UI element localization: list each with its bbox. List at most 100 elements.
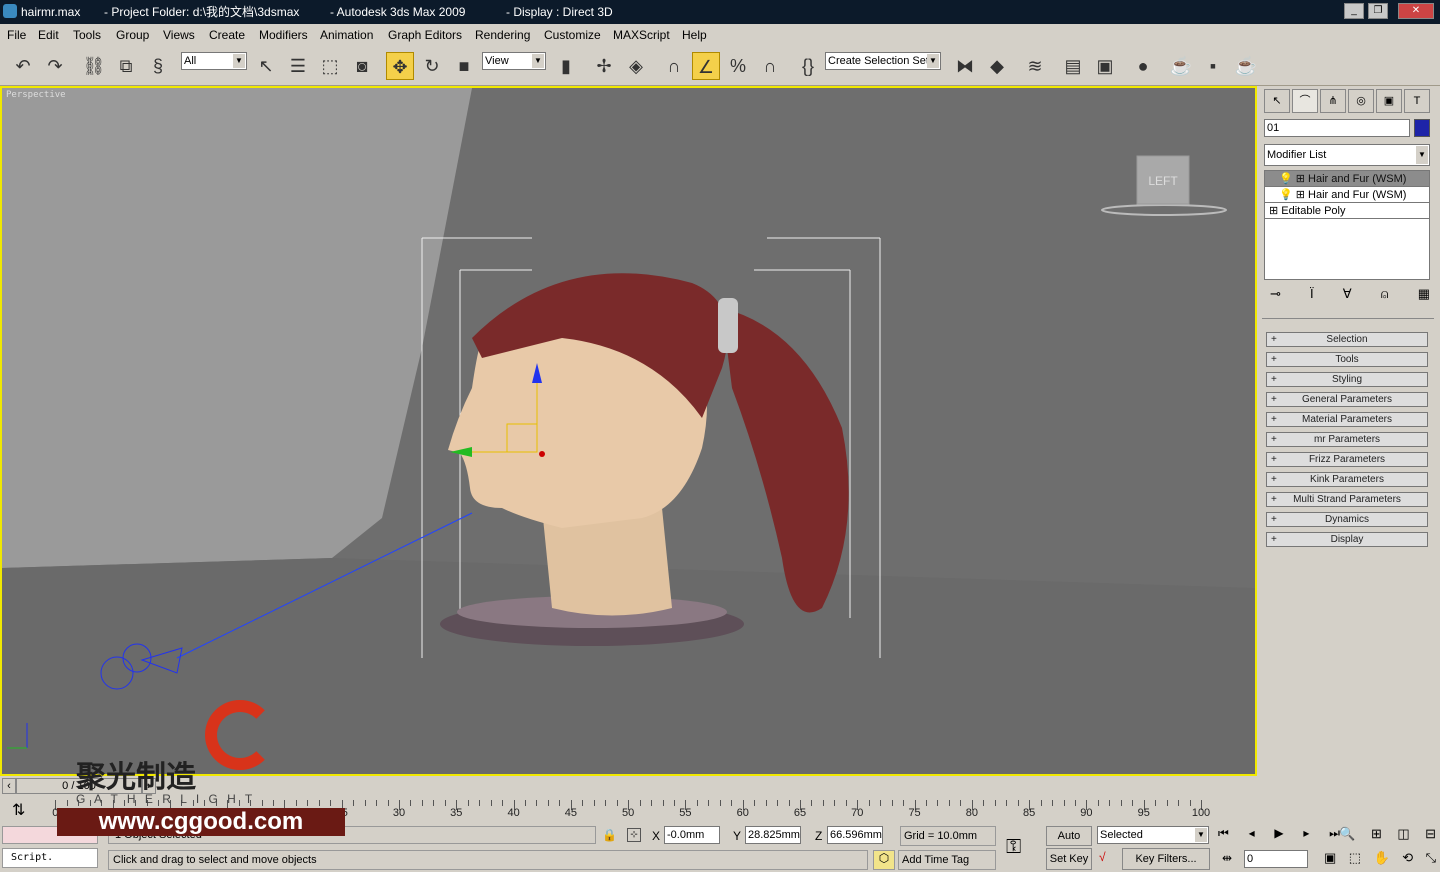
auto-key-button[interactable]: Auto Key	[1046, 826, 1092, 860]
object-name-field[interactable]: 01	[1264, 119, 1410, 137]
unlink-icon[interactable]: ⧉	[112, 52, 140, 80]
perspective-viewport[interactable]: LEFT Perspective	[0, 86, 1257, 776]
manipulate-icon[interactable]: ✢	[590, 52, 618, 80]
make-unique-icon[interactable]: ∀	[1343, 286, 1352, 306]
curve-editor-icon[interactable]: ▤	[1059, 52, 1087, 80]
stack-item[interactable]: ⊞ Editable Poly	[1265, 203, 1429, 219]
rectangle-selection-icon[interactable]: ⬚	[316, 52, 344, 80]
menu-maxscript[interactable]: MAXScript	[613, 24, 670, 46]
play-icon[interactable]: ▶	[1274, 826, 1283, 841]
material-editor-icon[interactable]: ●	[1129, 52, 1157, 80]
menu-tools[interactable]: Tools	[73, 24, 101, 46]
modify-tab-icon[interactable]: ⌒	[1292, 89, 1318, 113]
named-selection-dropdown[interactable]: Create Selection Set ▼	[825, 52, 941, 70]
absolute-mode-icon[interactable]: ⊹	[627, 828, 641, 842]
selection-filter-dropdown[interactable]: All ▼	[181, 52, 247, 70]
menu-customize[interactable]: Customize	[544, 24, 601, 46]
rollout-multi-strand-parameters[interactable]: + Multi Strand Parameters	[1266, 492, 1428, 507]
rollout-styling[interactable]: + Styling	[1266, 372, 1428, 387]
menu-views[interactable]: Views	[163, 24, 195, 46]
time-tag-icon[interactable]: ⬡	[873, 850, 895, 870]
zoom-extents-all-icon[interactable]: ⊟	[1425, 826, 1436, 842]
percent-snap-icon[interactable]: %	[724, 52, 752, 80]
menu-help[interactable]: Help	[682, 24, 707, 46]
undo-icon[interactable]: ↶	[9, 52, 37, 80]
key-mode-dropdown[interactable]: Selected ▼	[1097, 826, 1209, 844]
keyboard-shortcut-icon[interactable]: ◈	[622, 52, 650, 80]
menu-graph-editors[interactable]: Graph Editors	[388, 24, 462, 46]
rotate-icon[interactable]: ↻	[418, 52, 446, 80]
orbit-icon[interactable]: ⟲	[1402, 850, 1413, 866]
configure-modifier-sets-icon[interactable]: ▦	[1418, 286, 1430, 306]
script-field[interactable]: Script.	[2, 848, 98, 868]
window-crossing-icon[interactable]: ◙	[348, 52, 376, 80]
zoom-extents-icon[interactable]: ◫	[1397, 826, 1409, 842]
z-coordinate-field[interactable]: 66.596mm	[827, 826, 883, 844]
menu-animation[interactable]: Animation	[320, 24, 373, 46]
pan-icon[interactable]: ✋	[1374, 850, 1390, 866]
move-icon[interactable]: ✥	[386, 52, 414, 80]
add-time-tag-button[interactable]: Add Time Tag	[898, 850, 996, 870]
utilities-tab-icon[interactable]: T	[1404, 89, 1430, 113]
viewcube[interactable]: LEFT	[1101, 155, 1227, 216]
maximize-viewport-icon[interactable]: ⤡	[1426, 850, 1436, 866]
edit-named-selection-icon[interactable]: {}	[794, 52, 822, 80]
go-to-start-icon[interactable]: ⏮	[1218, 826, 1229, 841]
display-tab-icon[interactable]: ▣	[1376, 89, 1402, 113]
pin-stack-icon[interactable]: ⊸	[1270, 286, 1281, 306]
rollout-frizz-parameters[interactable]: + Frizz Parameters	[1266, 452, 1428, 467]
maximize-button[interactable]: ❐	[1368, 3, 1388, 19]
stack-item[interactable]: 💡 ⊞ Hair and Fur (WSM)	[1265, 187, 1429, 203]
show-end-result-icon[interactable]: Ϊ	[1310, 286, 1314, 306]
spinner-snap-icon[interactable]: ∩	[756, 52, 784, 80]
rollout-selection[interactable]: + Selection	[1266, 332, 1428, 347]
time-slider-prev[interactable]: ‹	[2, 778, 16, 794]
x-coordinate-field[interactable]: -0.0mm	[664, 826, 720, 844]
rollout-tools[interactable]: + Tools	[1266, 352, 1428, 367]
previous-frame-icon[interactable]: ◂	[1249, 826, 1255, 841]
time-configuration-icon[interactable]: ▣	[1324, 850, 1336, 866]
set-key-mode-icon[interactable]: ⚿	[1006, 836, 1021, 859]
select-by-name-icon[interactable]: ☰	[284, 52, 312, 80]
minimize-button[interactable]: _	[1344, 3, 1364, 19]
hierarchy-tab-icon[interactable]: ⋔	[1320, 89, 1346, 113]
object-color-swatch[interactable]	[1414, 119, 1430, 137]
menu-create[interactable]: Create	[209, 24, 245, 46]
y-coordinate-field[interactable]: 28.825mm	[745, 826, 801, 844]
menu-modifiers[interactable]: Modifiers	[259, 24, 308, 46]
set-key-button[interactable]: Set Key	[1046, 848, 1092, 870]
field-of-view-icon[interactable]: ⬚	[1349, 850, 1361, 866]
scale-icon[interactable]: ■	[450, 52, 478, 80]
layer-manager-icon[interactable]: ≋	[1021, 52, 1049, 80]
key-filters-button[interactable]: Key Filters...	[1122, 848, 1210, 870]
angle-snap-icon[interactable]: ∠	[692, 52, 720, 80]
key-mode-toggle-icon[interactable]: ⇹	[1222, 851, 1232, 865]
rendered-frame-window-icon[interactable]: ▪	[1199, 52, 1227, 80]
pivot-center-icon[interactable]: ▮	[552, 52, 580, 80]
remove-modifier-icon[interactable]: ⍝	[1381, 286, 1389, 306]
rollout-kink-parameters[interactable]: + Kink Parameters	[1266, 472, 1428, 487]
mirror-icon[interactable]: ⧓	[951, 52, 979, 80]
lock-selection-icon[interactable]: 🔒	[602, 828, 617, 842]
viewport-label[interactable]: Perspective	[6, 90, 66, 100]
select-icon[interactable]: ↖	[252, 52, 280, 80]
key-curve-icon[interactable]: √	[1099, 850, 1106, 864]
schematic-view-icon[interactable]: ▣	[1091, 52, 1119, 80]
link-icon[interactable]: ⛓	[80, 52, 108, 80]
zoom-icon[interactable]: 🔍	[1339, 826, 1355, 842]
create-tab-icon[interactable]: ↖	[1264, 89, 1290, 113]
snaps-toggle-icon[interactable]: ∩	[660, 52, 688, 80]
next-frame-icon[interactable]: ▸	[1303, 826, 1309, 841]
menu-edit[interactable]: Edit	[38, 24, 59, 46]
menu-group[interactable]: Group	[116, 24, 149, 46]
modifier-list-dropdown[interactable]: Modifier List ▼	[1264, 144, 1430, 166]
align-icon[interactable]: ◆	[983, 52, 1011, 80]
menu-rendering[interactable]: Rendering	[475, 24, 530, 46]
stack-item[interactable]: 💡 ⊞ Hair and Fur (WSM)	[1265, 171, 1429, 187]
redo-icon[interactable]: ↷	[41, 52, 69, 80]
motion-tab-icon[interactable]: ◎	[1348, 89, 1374, 113]
zoom-all-icon[interactable]: ⊞	[1371, 826, 1382, 842]
reference-coordinate-dropdown[interactable]: View ▼	[482, 52, 546, 70]
current-frame-field[interactable]: 0	[1244, 850, 1308, 868]
rollout-general-parameters[interactable]: + General Parameters	[1266, 392, 1428, 407]
